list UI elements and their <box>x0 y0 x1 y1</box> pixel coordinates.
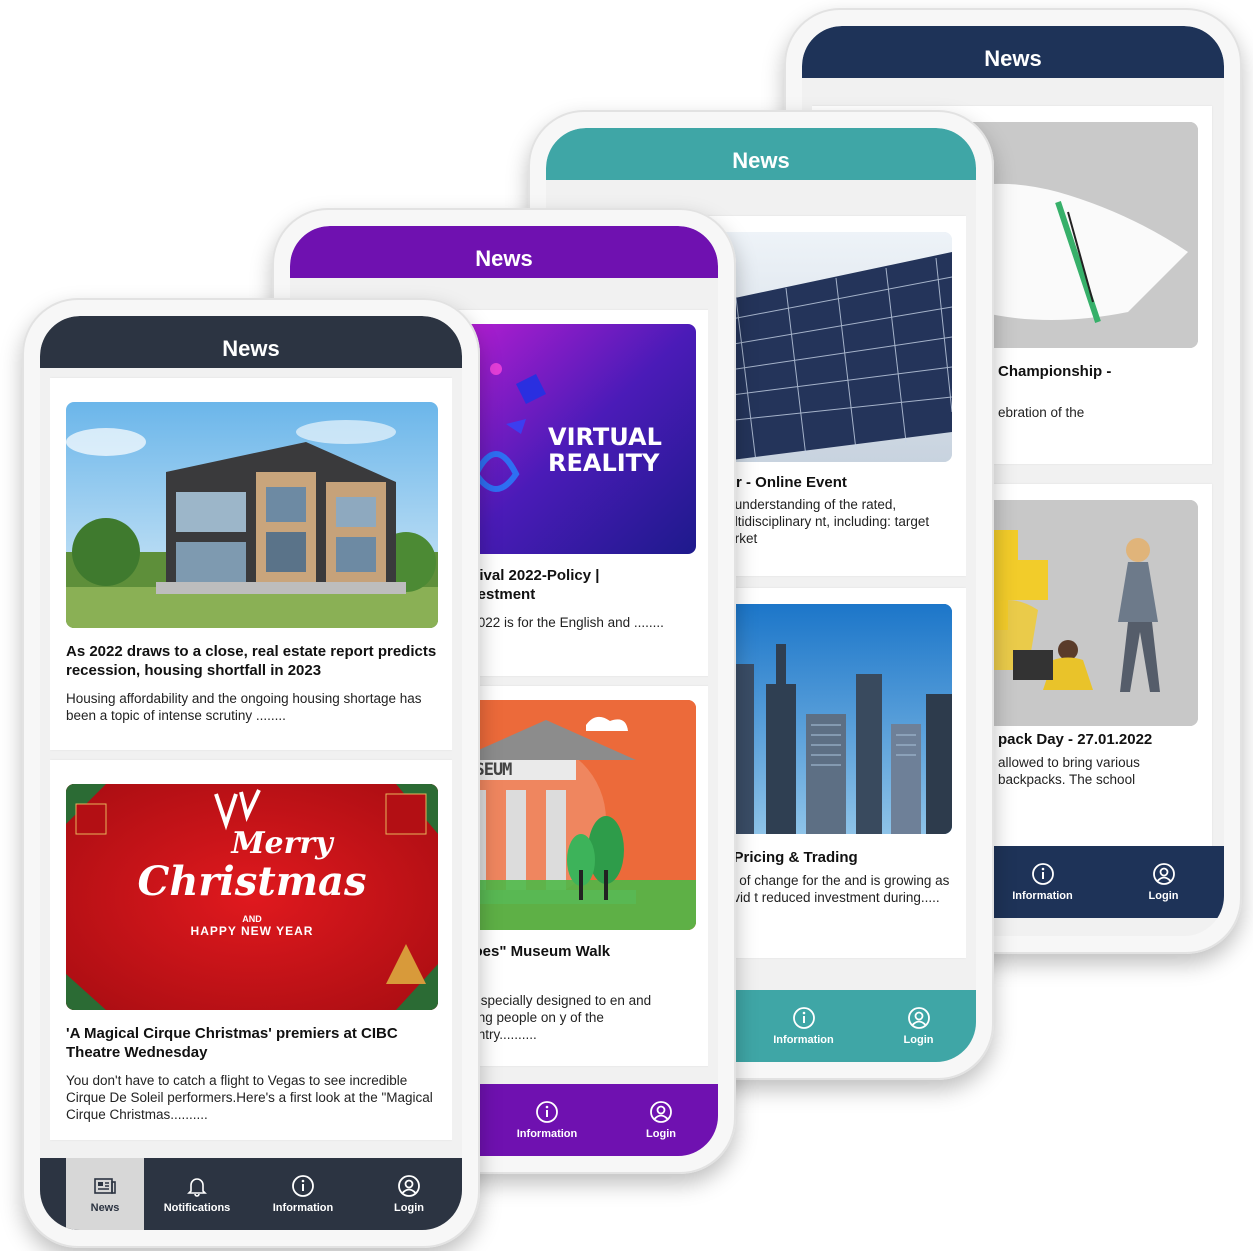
header: News <box>546 128 976 180</box>
news-card[interactable]: As 2022 draws to a close, real estate re… <box>50 378 452 750</box>
bottom-navigation: News Notifications Information Login <box>40 1158 462 1230</box>
nav-login[interactable]: Login <box>356 1158 462 1230</box>
nav-login[interactable]: Login <box>604 1084 718 1156</box>
news-description: Housing affordability and the ongoing ho… <box>66 691 422 723</box>
info-icon <box>292 1175 314 1197</box>
news-description: ebration of the <box>998 405 1085 420</box>
newspaper-icon <box>94 1178 116 1194</box>
news-description: od understanding of the rated, multidisc… <box>716 497 930 546</box>
news-title: Championship - <box>998 363 1112 380</box>
nav-news[interactable]: News <box>66 1158 144 1230</box>
user-icon <box>907 1007 930 1029</box>
phone-dark: News As 2022 draws to a close, real esta… <box>22 298 480 1248</box>
news-title: arnival 2022-Policy | Investment <box>456 567 600 603</box>
header: News <box>40 316 462 368</box>
news-description: alk, specially designed to en and young … <box>456 993 652 1042</box>
vr-text: VIRTUAL REALITY <box>548 423 662 477</box>
news-image <box>716 604 952 834</box>
news-image: Merry Christmas AND HAPPY NEW YEAR <box>66 784 438 1010</box>
news-title: faloes" Museum Walk <box>456 943 611 960</box>
bell-icon <box>187 1178 207 1197</box>
user-icon <box>650 1101 672 1123</box>
page-title: News <box>732 148 790 173</box>
news-description: You don't have to catch a flight to Vega… <box>66 1073 433 1122</box>
info-icon <box>536 1101 558 1123</box>
nav-login[interactable]: Login <box>1103 846 1224 918</box>
nav-information[interactable]: Information <box>746 990 861 1062</box>
news-description: allowed to bring various backpacks. The … <box>998 755 1140 787</box>
nav-login[interactable]: Login <box>861 990 976 1062</box>
page-title: News <box>984 46 1042 71</box>
news-image: MUSEUM <box>456 700 696 930</box>
news-card[interactable]: Merry Christmas AND HAPPY NEW YEAR 'A Ma… <box>50 760 452 1140</box>
news-description: ear of change for the and is growing as … <box>716 873 950 905</box>
news-title: d, Pricing & Trading <box>716 849 858 866</box>
nav-notifications[interactable]: Notifications <box>144 1158 250 1230</box>
user-icon <box>1152 863 1175 885</box>
page-title: News <box>475 246 533 271</box>
nav-information[interactable]: Information <box>490 1084 604 1156</box>
nav-information[interactable]: Information <box>250 1158 356 1230</box>
news-title: As 2022 draws to a close, real estate re… <box>66 643 437 679</box>
info-icon <box>1031 863 1054 885</box>
user-icon <box>398 1175 420 1197</box>
page-title: News <box>222 336 280 361</box>
info-icon <box>792 1007 815 1029</box>
news-image: VIRTUAL REALITY <box>456 324 696 554</box>
news-image <box>716 232 952 462</box>
news-title: 'A Magical Cirque Christmas' premiers at… <box>66 1025 398 1061</box>
news-image <box>66 402 438 628</box>
xmas-greeting: Merry Christmas AND HAPPY NEW YEAR <box>137 826 367 939</box>
news-title: wer - Online Event <box>716 474 847 491</box>
news-description: al 2022 is for the English and ........ <box>456 615 664 630</box>
news-title: pack Day - 27.01.2022 <box>998 731 1153 748</box>
header: News <box>290 226 718 278</box>
header: News <box>802 26 1224 78</box>
